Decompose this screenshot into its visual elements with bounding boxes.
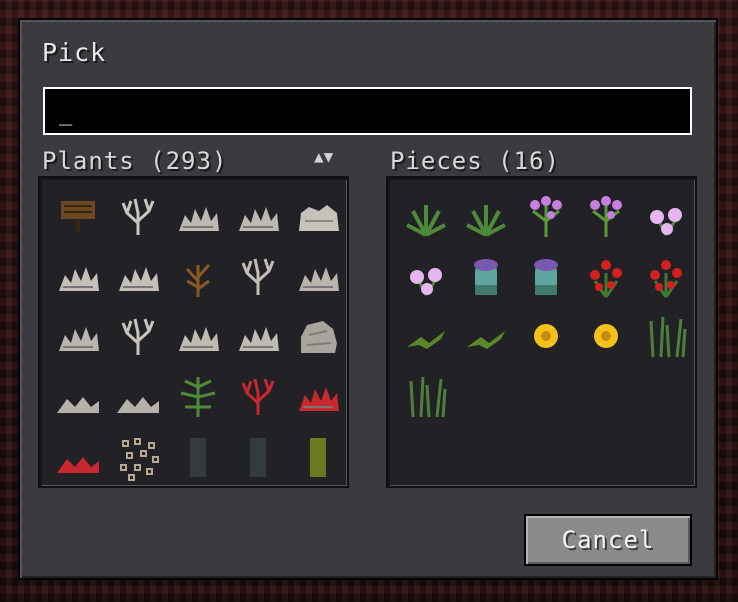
plants-list[interactable]	[38, 176, 349, 488]
dead-coral-icon	[233, 251, 283, 305]
lily-pad-slot[interactable]	[456, 308, 516, 368]
dead-coral-fan-slot[interactable]	[168, 308, 228, 368]
banner-slot[interactable]	[228, 428, 288, 488]
tall-grass-icon	[401, 371, 451, 425]
dead-coral-fan-slot[interactable]	[48, 368, 108, 428]
banner-slot[interactable]	[288, 428, 348, 488]
fire-coral-fan-slot[interactable]	[288, 368, 348, 428]
dead-coral-fan-icon	[293, 251, 343, 305]
dead-coral-fan-slot[interactable]	[228, 188, 288, 248]
dead-coral-fan-icon	[173, 311, 223, 365]
dead-coral-fan-slot[interactable]	[48, 308, 108, 368]
sign-icon	[53, 191, 103, 245]
dead-bush-icon	[173, 251, 223, 305]
fire-coral-icon	[233, 371, 283, 425]
dead-coral-slot[interactable]	[228, 248, 288, 308]
banner-icon	[233, 431, 283, 485]
dead-coral-fan-slot[interactable]	[288, 248, 348, 308]
fern-slot[interactable]	[168, 368, 228, 428]
dead-coral-block-slot[interactable]	[288, 188, 348, 248]
sunflower-slot[interactable]	[576, 308, 636, 368]
fern-icon	[173, 371, 223, 425]
grass-tuft-icon	[461, 191, 511, 245]
dead-coral-fan-icon	[173, 191, 223, 245]
dead-coral-icon	[113, 311, 163, 365]
dead-coral-fan-icon	[53, 311, 103, 365]
tall-grass-slot[interactable]	[396, 368, 456, 428]
grass-tuft-icon	[401, 191, 451, 245]
pink-flower-slot[interactable]	[636, 188, 696, 248]
lilac-slot[interactable]	[516, 188, 576, 248]
pitcher-plant-slot[interactable]	[456, 248, 516, 308]
rose-bush-icon	[581, 251, 631, 305]
dead-coral-block-icon	[293, 191, 343, 245]
dead-coral-fan-icon	[233, 311, 283, 365]
lilac-slot[interactable]	[576, 188, 636, 248]
dead-coral-fan-slot[interactable]	[228, 308, 288, 368]
dead-coral-fan-slot[interactable]	[168, 188, 228, 248]
sign-slot[interactable]	[48, 188, 108, 248]
dead-coral-fan-slot[interactable]	[48, 248, 108, 308]
pink-flower-slot[interactable]	[396, 248, 456, 308]
fire-coral-slot[interactable]	[228, 368, 288, 428]
pitcher-plant-icon	[461, 251, 511, 305]
sort-toggle-icon[interactable]: ▲▼	[314, 147, 333, 166]
fire-coral-fan-icon	[293, 371, 343, 425]
dead-coral-slot[interactable]	[108, 188, 168, 248]
lilac-icon	[581, 191, 631, 245]
cancel-button[interactable]: Cancel	[524, 514, 692, 566]
dead-coral-block-icon	[293, 311, 343, 365]
plants-header: Plants (293)	[42, 147, 228, 175]
dialog-title: Pick	[42, 38, 107, 67]
dead-coral-slot[interactable]	[108, 308, 168, 368]
pink-flower-icon	[401, 251, 451, 305]
dead-coral-fan-icon	[113, 371, 163, 425]
grass-tuft-slot[interactable]	[396, 188, 456, 248]
rose-bush-slot[interactable]	[576, 248, 636, 308]
rose-bush-slot[interactable]	[636, 248, 696, 308]
dead-coral-fan-icon	[53, 371, 103, 425]
tall-grass-icon	[641, 311, 691, 365]
search-input-value: _	[59, 101, 73, 126]
sunflower-icon	[521, 311, 571, 365]
dead-bush-slot[interactable]	[168, 248, 228, 308]
banner-icon	[173, 431, 223, 485]
grass-tuft-slot[interactable]	[456, 188, 516, 248]
banner-icon	[293, 431, 343, 485]
fire-coral-fan-icon	[53, 431, 103, 485]
banner-slot[interactable]	[168, 428, 228, 488]
seeds-icon	[113, 431, 163, 485]
pink-flower-icon	[641, 191, 691, 245]
search-input[interactable]: _	[43, 87, 692, 135]
lily-pad-icon	[461, 311, 511, 365]
dead-coral-icon	[113, 191, 163, 245]
lilac-icon	[521, 191, 571, 245]
dead-coral-fan-icon	[113, 251, 163, 305]
seeds-slot[interactable]	[108, 428, 168, 488]
lily-pad-slot[interactable]	[396, 308, 456, 368]
pieces-header: Pieces (16)	[390, 147, 560, 175]
fire-coral-fan-slot[interactable]	[48, 428, 108, 488]
dead-coral-fan-icon	[233, 191, 283, 245]
dead-coral-fan-icon	[53, 251, 103, 305]
pitcher-plant-slot[interactable]	[516, 248, 576, 308]
dead-coral-fan-slot[interactable]	[108, 368, 168, 428]
tall-grass-slot[interactable]	[636, 308, 696, 368]
rose-bush-icon	[641, 251, 691, 305]
dead-coral-fan-slot[interactable]	[108, 248, 168, 308]
sunflower-icon	[581, 311, 631, 365]
pitcher-plant-icon	[521, 251, 571, 305]
pieces-grid	[396, 188, 696, 428]
sunflower-slot[interactable]	[516, 308, 576, 368]
plants-grid	[48, 188, 348, 488]
pieces-list[interactable]	[386, 176, 697, 488]
dead-coral-block-slot[interactable]	[288, 308, 348, 368]
lily-pad-icon	[401, 311, 451, 365]
